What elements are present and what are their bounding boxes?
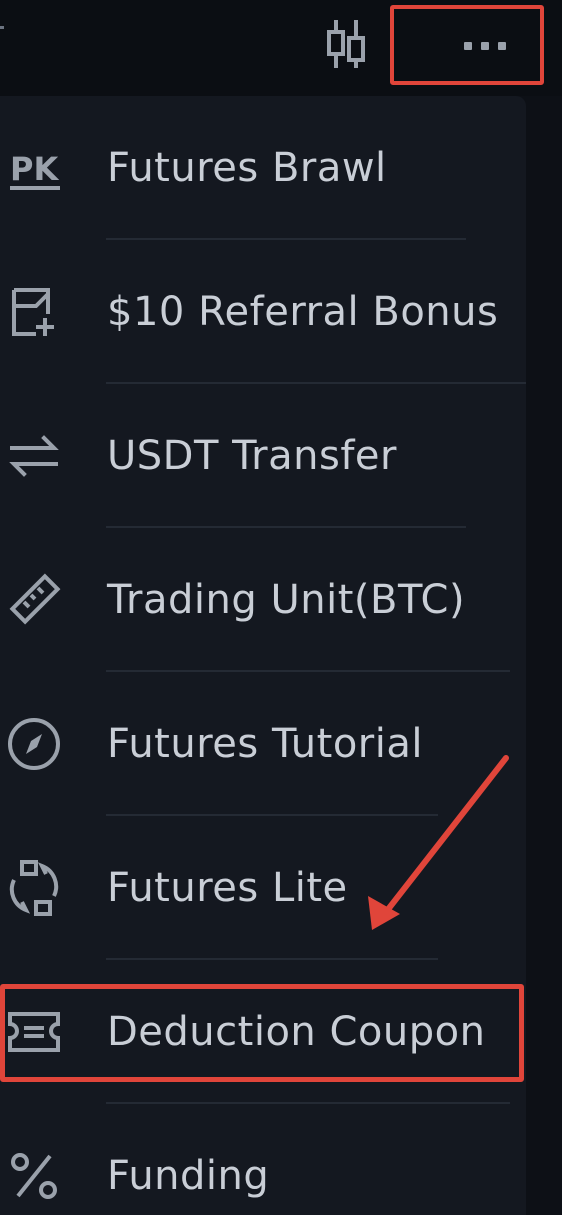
menu-item-label: Trading Unit(BTC) [107, 577, 466, 623]
more-button[interactable] [390, 5, 544, 85]
menu-item-label: USDT Transfer [107, 433, 397, 479]
futures-screen: PK Futures Brawl $10 Referral Bonus USDT… [0, 0, 562, 1215]
menu-item-futures-lite[interactable]: Futures Lite [0, 816, 526, 960]
chart-button[interactable] [322, 14, 372, 74]
menu-item-label: Funding [107, 1153, 270, 1199]
compass-icon [6, 716, 62, 772]
candlestick-chart-icon [327, 20, 365, 68]
menu-item-usdt-transfer[interactable]: USDT Transfer [0, 384, 526, 528]
menu-item-label: Futures Brawl [107, 145, 387, 191]
menu-item-label: Futures Lite [107, 865, 348, 911]
transfer-arrows-icon [6, 428, 62, 484]
menu-item-funding[interactable]: Funding [0, 1104, 526, 1215]
menu-item-label: $10 Referral Bonus [107, 289, 499, 335]
referral-bonus-icon [6, 284, 62, 340]
menu-item-futures-brawl[interactable]: PK Futures Brawl [0, 96, 526, 240]
menu-item-referral-bonus[interactable]: $10 Referral Bonus [0, 240, 526, 384]
percent-icon [6, 1148, 62, 1204]
rotate-switch-icon [6, 860, 62, 916]
more-dots-icon [464, 42, 506, 50]
pk-icon: PK [6, 140, 62, 196]
menu-item-futures-tutorial[interactable]: Futures Tutorial [0, 672, 526, 816]
menu-item-label: Futures Tutorial [107, 721, 423, 767]
highlight-box [0, 984, 524, 1082]
back-edge-mark [0, 26, 4, 29]
menu-item-trading-unit[interactable]: Trading Unit(BTC) [0, 528, 526, 672]
ruler-icon [6, 572, 62, 628]
top-bar [0, 0, 562, 96]
svg-text:PK: PK [10, 150, 59, 188]
